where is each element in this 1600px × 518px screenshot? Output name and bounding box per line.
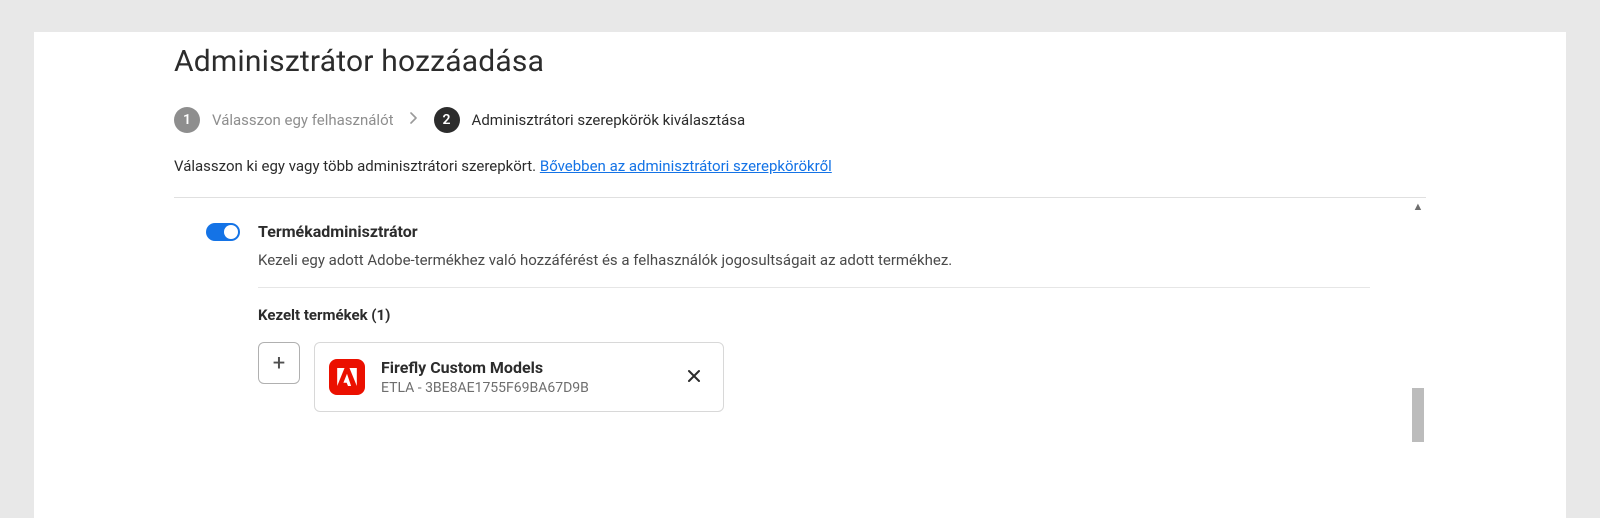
product-name: Firefly Custom Models <box>381 357 667 379</box>
adobe-icon <box>329 359 365 395</box>
plus-icon: + <box>273 351 285 376</box>
scroll-up-button[interactable]: ▲ <box>1410 198 1426 214</box>
role-title: Termékadminisztrátor <box>258 222 418 241</box>
product-chip[interactable]: Firefly Custom Models ETLA - 3BE8AE1755F… <box>314 342 724 412</box>
role-card-product-admin: Termékadminisztrátor Kezeli egy adott Ad… <box>182 222 1394 412</box>
roles-list: Termékadminisztrátor Kezeli egy adott Ad… <box>174 198 1402 458</box>
product-subtitle: ETLA - 3BE8AE1755F69BA67D9B <box>381 379 667 398</box>
scroll-thumb[interactable] <box>1412 388 1424 442</box>
chevron-up-icon: ▲ <box>1413 200 1424 213</box>
scrollbar[interactable]: ▲ <box>1410 198 1426 458</box>
description-text: Válasszon ki egy vagy több adminisztráto… <box>174 157 540 175</box>
product-text: Firefly Custom Models ETLA - 3BE8AE1755F… <box>381 357 667 397</box>
toggle-knob <box>224 225 238 239</box>
stepper: 1 Válasszon egy felhasználót 2 Adminiszt… <box>174 107 1426 133</box>
role-divider <box>258 287 1370 288</box>
step-1-label: Válasszon egy felhasználót <box>212 111 394 129</box>
role-toggle[interactable] <box>206 223 240 241</box>
remove-product-button[interactable] <box>683 363 705 392</box>
step-2-label: Adminisztrátori szerepkörök kiválasztása <box>472 111 746 129</box>
managed-products-row: + Firefly Custom Models ETLA - 3BE8AE175… <box>258 342 1370 412</box>
admin-roles-learn-more-link[interactable]: Bővebben az adminisztrátori szerepkörökr… <box>540 157 832 175</box>
step-2-number: 2 <box>434 107 460 133</box>
page-background: Adminisztrátor hozzáadása 1 Válasszon eg… <box>0 0 1600 518</box>
managed-products-label: Kezelt termékek (1) <box>258 306 1370 324</box>
add-product-button[interactable]: + <box>258 342 300 384</box>
chevron-right-icon <box>410 112 418 128</box>
close-icon <box>687 367 701 388</box>
page-title: Adminisztrátor hozzáadása <box>174 44 1426 79</box>
step-2[interactable]: 2 Adminisztrátori szerepkörök kiválasztá… <box>434 107 746 133</box>
step-1-number: 1 <box>174 107 200 133</box>
role-description: Kezeli egy adott Adobe-termékhez való ho… <box>258 251 1370 269</box>
step-1[interactable]: 1 Válasszon egy felhasználót <box>174 107 394 133</box>
dialog-panel: Adminisztrátor hozzáadása 1 Válasszon eg… <box>34 32 1566 518</box>
description: Válasszon ki egy vagy több adminisztráto… <box>174 157 1426 175</box>
roles-scroll-area: Termékadminisztrátor Kezeli egy adott Ad… <box>174 198 1426 458</box>
role-header: Termékadminisztrátor <box>206 222 1370 241</box>
